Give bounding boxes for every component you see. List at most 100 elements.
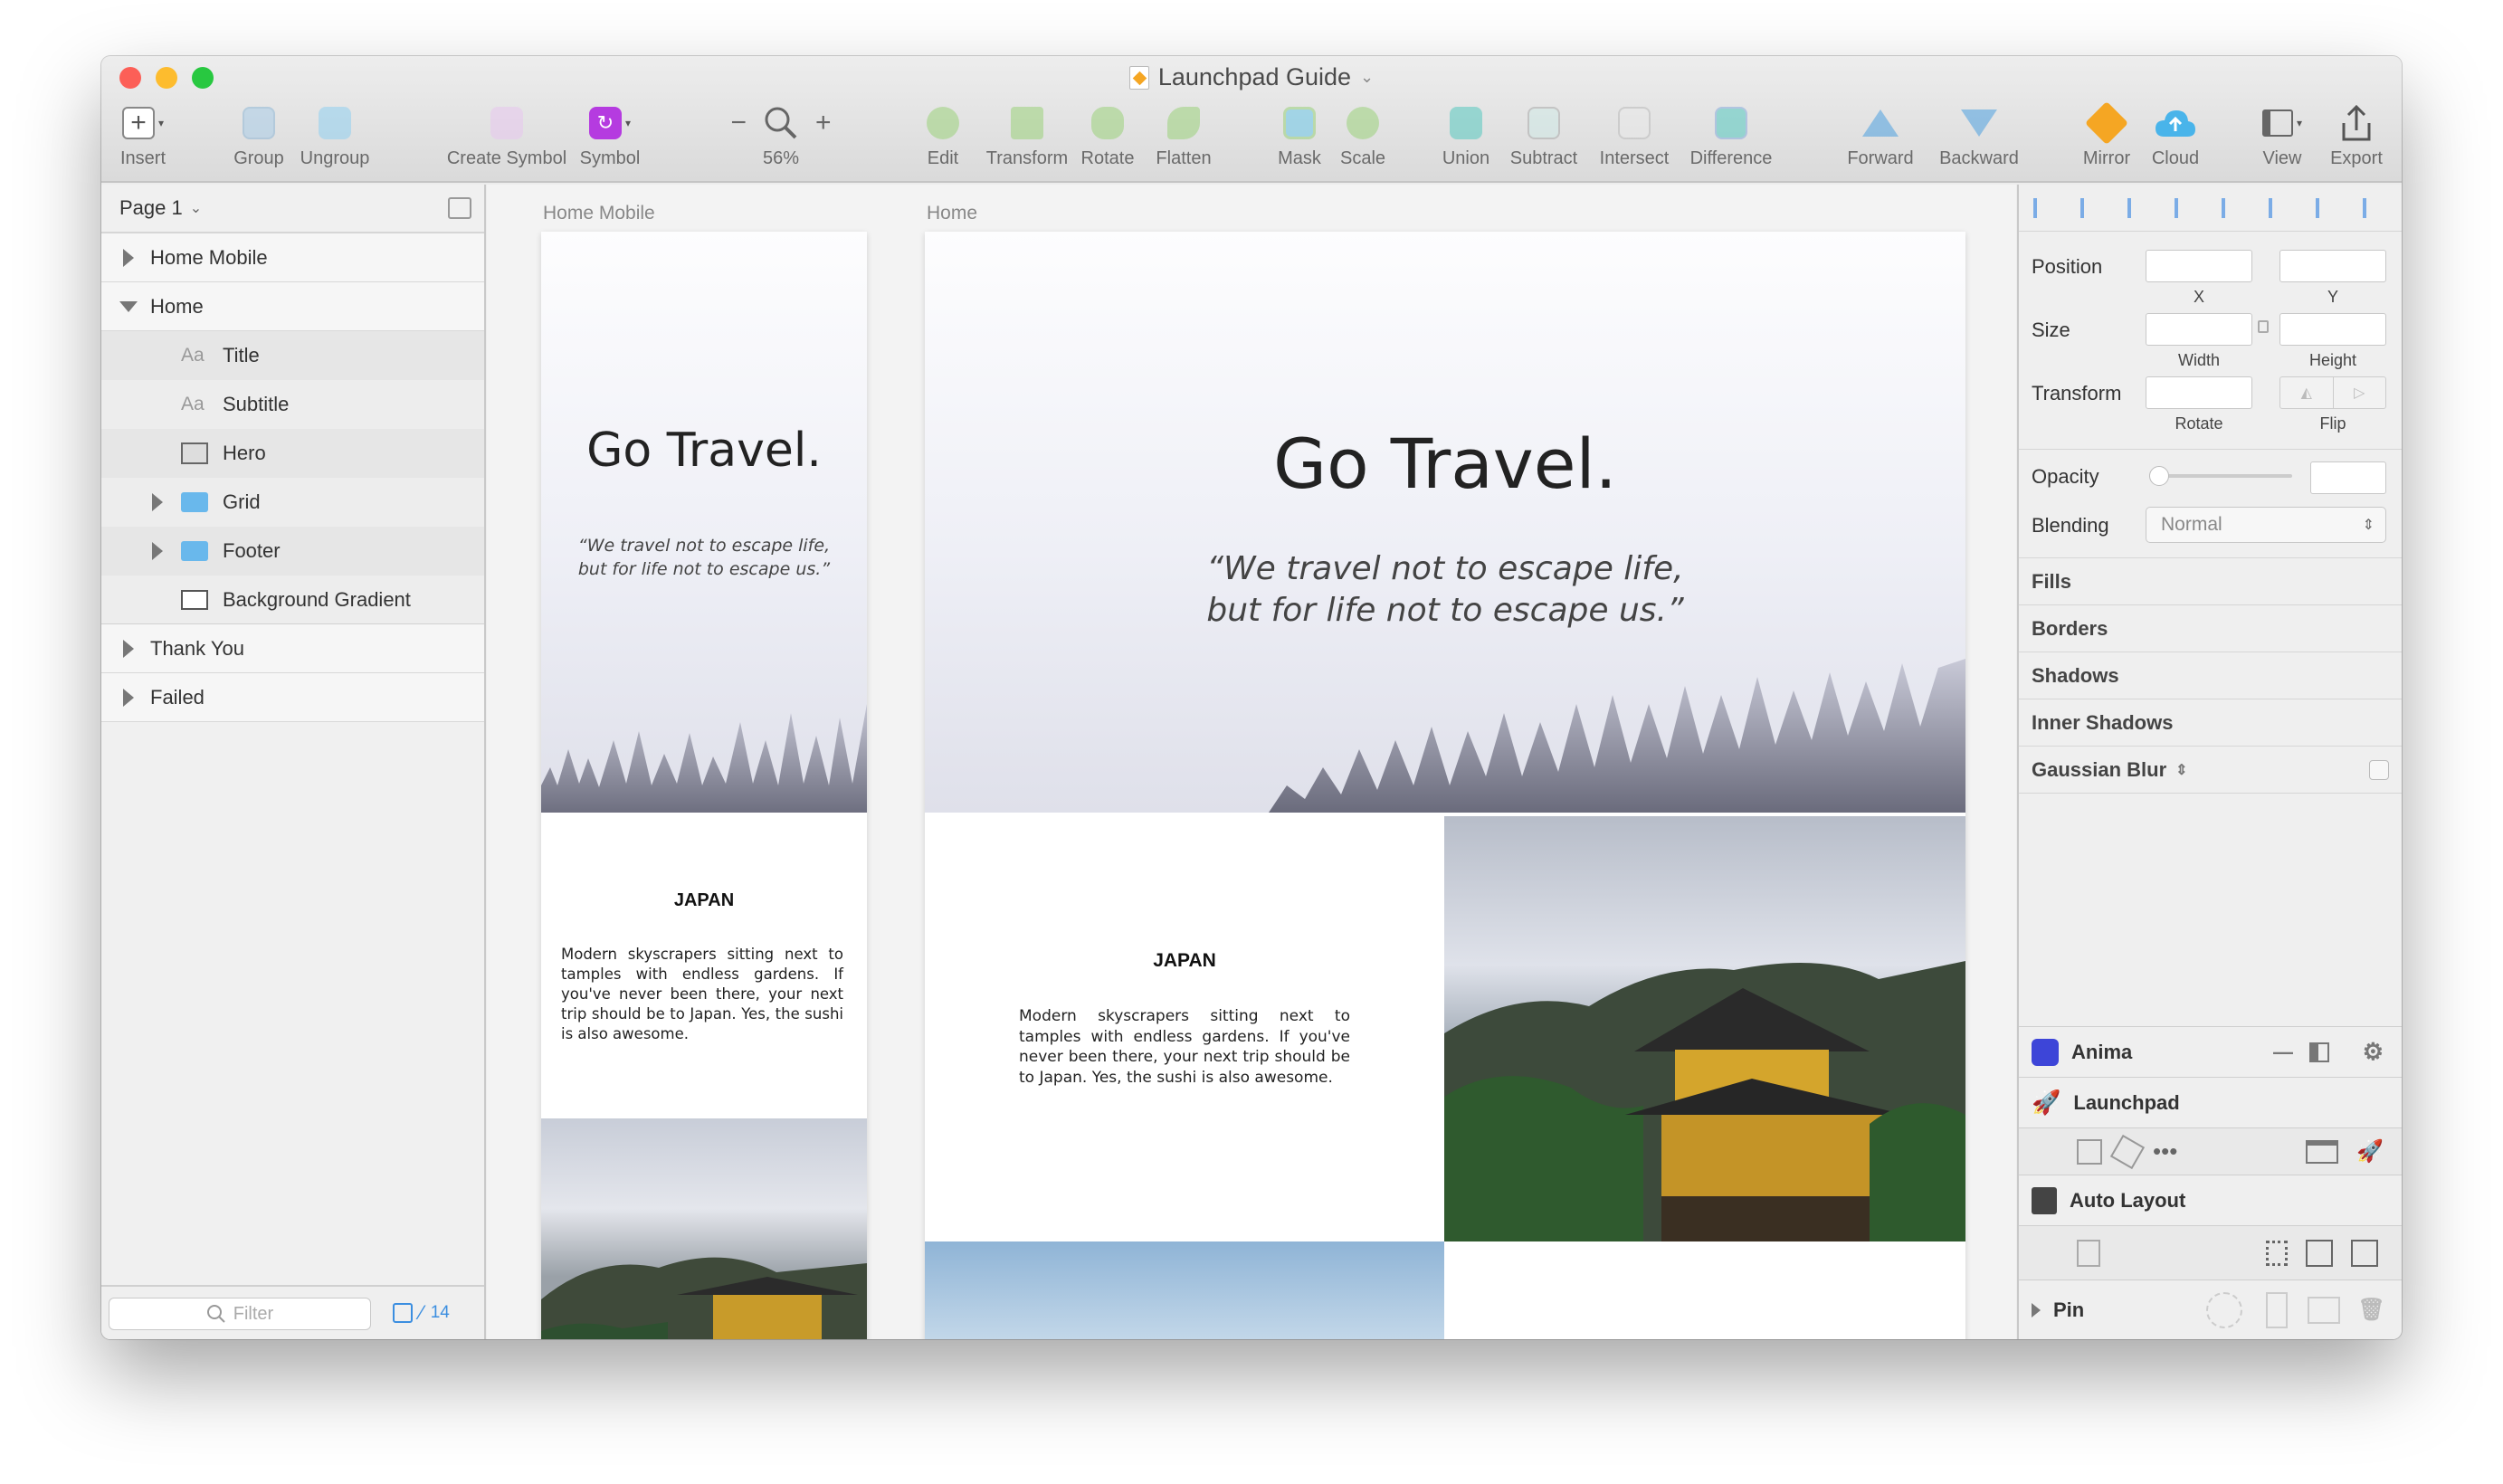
disclosure-down-icon[interactable] [119,301,138,312]
cube-icon[interactable] [2110,1134,2145,1168]
canvas[interactable]: Home Mobile Home Go Travel. “We travel n… [487,185,2016,1339]
create-symbol-button[interactable]: Create Symbol [452,103,561,169]
flip-control[interactable]: ◭ ▷ [2279,376,2386,409]
width-input[interactable] [2146,313,2252,346]
layer-subtitle[interactable]: Aa Subtitle [101,380,484,429]
disclosure-right-icon[interactable] [152,542,163,560]
height-input[interactable] [2279,313,2386,346]
anima-plugin-header[interactable]: Anima — ⚙ [2019,1026,2402,1077]
forward-button[interactable]: Forward [1837,103,1924,169]
more-icon[interactable]: ••• [2153,1137,2177,1165]
artboard-home-mobile[interactable]: Go Travel. “We travel not to escape life… [541,232,867,1339]
zoom-out-icon[interactable]: − [730,108,747,138]
link-icon[interactable] [2077,1139,2102,1165]
position-y-input[interactable] [2279,250,2386,282]
devices-icon[interactable] [2351,1240,2378,1267]
disclosure-right-icon[interactable] [123,689,134,707]
layer-artboard-thank-you[interactable]: Thank You [101,624,484,673]
subtract-button[interactable]: Subtract [1500,103,1587,169]
pin-all-icon[interactable] [2206,1292,2242,1328]
group-button[interactable]: Group [215,103,302,169]
artboard-label-home[interactable]: Home [927,203,977,224]
layer-footer[interactable]: Footer [101,527,484,576]
blending-select[interactable]: Normal ⇕ [2146,507,2386,543]
borders-section[interactable]: Borders [2019,604,2402,652]
flip-horizontal-icon[interactable]: ◭ [2280,377,2334,408]
pin-vertical-icon[interactable] [2266,1292,2288,1328]
opacity-slider-knob[interactable] [2149,466,2169,486]
flatten-button[interactable]: Flatten [1140,103,1227,169]
edit-button[interactable]: Edit [899,103,986,169]
difference-button[interactable]: Difference [1681,103,1781,169]
launch-icon[interactable]: 🚀 [2356,1138,2384,1165]
position-x-input[interactable] [2146,250,2252,282]
layer-artboard-home-mobile[interactable]: Home Mobile [101,233,484,282]
layer-artboard-home[interactable]: Home [101,282,484,331]
browser-icon[interactable] [2306,1140,2338,1164]
disclosure-right-icon[interactable] [2032,1303,2041,1318]
layer-hero[interactable]: Hero [101,429,484,478]
disclosure-right-icon[interactable] [123,249,134,267]
tablet-icon[interactable] [2306,1240,2333,1267]
backward-button[interactable]: Backward [1929,103,2029,169]
scale-button[interactable]: Scale [1319,103,1406,169]
document-icon[interactable] [2077,1240,2100,1267]
page-selector[interactable]: Page 1 ⌄ [101,185,484,233]
artboard-label-home-mobile[interactable]: Home Mobile [543,203,655,224]
gaussian-blur-section[interactable]: Gaussian Blur ⇕ [2019,746,2402,793]
layer-title[interactable]: Aa Title [101,331,484,380]
align-middle-icon[interactable] [2316,198,2336,218]
transform-button[interactable]: Transform [977,103,1077,169]
lock-icon[interactable] [2258,320,2269,333]
disclosure-right-icon[interactable] [152,493,163,511]
auto-layout-plugin-header[interactable]: Auto Layout [2019,1175,2402,1225]
group-icon [243,107,275,139]
ungroup-button[interactable]: Ungroup [291,103,378,169]
layer-background-gradient[interactable]: Background Gradient [101,576,484,624]
intersect-button[interactable]: Intersect [1591,103,1678,169]
inner-shadows-section[interactable]: Inner Shadows [2019,699,2402,746]
chevron-updown-icon[interactable]: ⇕ [2175,761,2187,779]
rotate-button[interactable]: Rotate [1064,103,1151,169]
pin-horizontal-icon[interactable] [2308,1297,2340,1324]
window-title[interactable]: Launchpad Guide ⌄ [101,63,2402,91]
panel-icon[interactable] [2309,1042,2329,1062]
fills-section[interactable]: Fills [2019,557,2402,604]
align-right-icon[interactable] [2222,198,2241,218]
collapse-icon[interactable] [448,197,471,219]
layer-artboard-failed[interactable]: Failed [101,673,484,722]
flip-vertical-icon[interactable]: ▷ [2334,377,2386,408]
gear-icon[interactable]: ⚙ [2363,1038,2384,1066]
pin-label: Pin [2053,1298,2084,1322]
zoom-control[interactable]: − + 56% [713,103,849,169]
gaussian-blur-checkbox[interactable] [2369,760,2389,780]
filter-input[interactable]: Filter [109,1298,371,1330]
slice-filter-icon[interactable]: ⁄ [420,1301,424,1325]
plus-icon: + [122,107,155,139]
align-top-icon[interactable] [2269,198,2289,218]
rotate-input[interactable] [2146,376,2252,409]
artboard-home[interactable]: Go Travel. “We travel not to escape life… [925,232,1965,1339]
layer-grid[interactable]: Grid [101,478,484,527]
union-button[interactable]: Union [1423,103,1509,169]
distribute-vertical-icon[interactable] [2080,198,2100,218]
pin-section[interactable]: Pin 🗑 [2019,1279,2402,1339]
align-left-icon[interactable] [2127,198,2147,218]
zoom-in-icon[interactable]: + [815,108,832,138]
insert-button[interactable]: +▾ Insert [101,103,186,169]
opacity-slider[interactable] [2155,474,2292,478]
opacity-input[interactable] [2310,461,2386,494]
shadows-section[interactable]: Shadows [2019,652,2402,699]
trash-icon[interactable]: 🗑 [2358,1297,2385,1323]
minimize-icon[interactable]: — [2273,1041,2293,1064]
cloud-button[interactable]: Cloud [2132,103,2219,169]
align-center-icon[interactable] [2175,198,2194,218]
symbols-filter-icon[interactable] [393,1303,413,1323]
distribute-horizontal-icon[interactable] [2033,198,2053,218]
grid-icon[interactable] [2266,1241,2288,1266]
align-bottom-icon[interactable] [2363,198,2383,218]
export-button[interactable]: Export [2313,103,2400,169]
launchpad-plugin-header[interactable]: 🚀 Launchpad [2019,1077,2402,1127]
disclosure-right-icon[interactable] [123,640,134,658]
symbol-button[interactable]: ↻▾ Symbol [566,103,653,169]
